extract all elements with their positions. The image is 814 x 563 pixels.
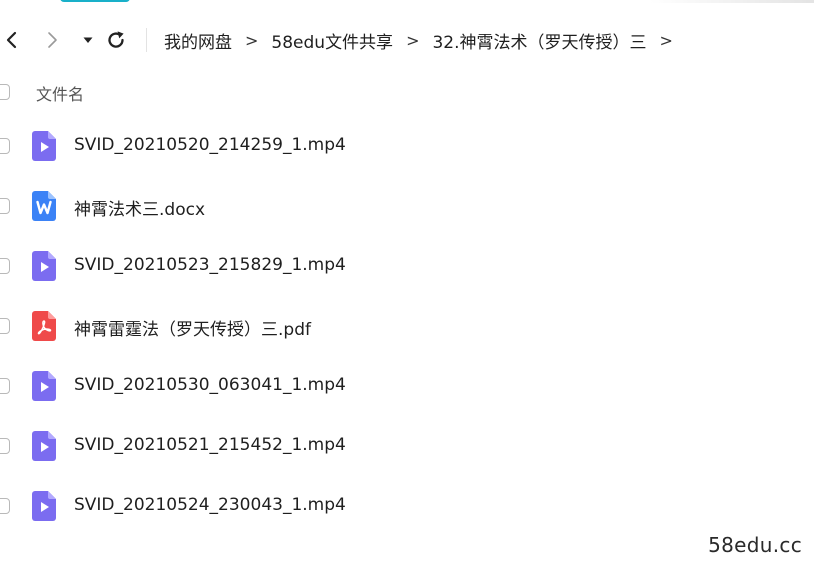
video-file-icon bbox=[32, 371, 56, 401]
forward-button[interactable] bbox=[40, 28, 64, 52]
word-file-icon bbox=[32, 191, 56, 221]
breadcrumb-separator: > bbox=[406, 30, 420, 50]
file-name[interactable]: SVID_20210530_063041_1.mp4 bbox=[74, 375, 346, 395]
file-checkbox[interactable] bbox=[0, 378, 10, 394]
file-row[interactable]: SVID_20210530_063041_1.mp4 bbox=[0, 358, 814, 418]
file-checkbox[interactable] bbox=[0, 258, 10, 274]
file-checkbox[interactable] bbox=[0, 438, 10, 454]
file-name[interactable]: SVID_20210523_215829_1.mp4 bbox=[74, 255, 346, 275]
file-name[interactable]: SVID_20210524_230043_1.mp4 bbox=[74, 495, 346, 515]
chevron-left-icon bbox=[6, 31, 17, 49]
file-name[interactable]: 神霄法术三.docx bbox=[74, 195, 205, 220]
watermark: 58edu.cc bbox=[708, 533, 802, 557]
refresh-button[interactable] bbox=[104, 28, 128, 52]
pdf-file-icon bbox=[32, 311, 56, 341]
nav-divider bbox=[146, 28, 147, 52]
refresh-icon bbox=[108, 31, 124, 48]
navigation-bar: 我的网盘 > 58edu文件共享 > 32.神霄法术（罗天传授）三 > bbox=[0, 22, 814, 58]
file-checkbox[interactable] bbox=[0, 318, 10, 334]
file-row[interactable]: SVID_20210520_214259_1.mp4 bbox=[0, 118, 814, 178]
breadcrumb-item-shared-folder[interactable]: 58edu文件共享 bbox=[271, 28, 393, 53]
video-file-icon bbox=[32, 491, 56, 521]
breadcrumb-item-my-drive[interactable]: 我的网盘 bbox=[164, 28, 232, 53]
file-row[interactable]: 神霄雷霆法（罗天传授）三.pdf bbox=[0, 298, 814, 358]
active-tab-indicator bbox=[60, 0, 130, 2]
file-list-header: 文件名 bbox=[0, 78, 814, 106]
video-file-icon bbox=[32, 431, 56, 461]
history-dropdown-button[interactable] bbox=[76, 28, 100, 52]
file-browser-window: 我的网盘 > 58edu文件共享 > 32.神霄法术（罗天传授）三 > 文件名 … bbox=[0, 0, 814, 563]
file-row[interactable]: SVID_20210523_215829_1.mp4 bbox=[0, 238, 814, 298]
file-row[interactable]: 神霄法术三.docx bbox=[0, 178, 814, 238]
video-file-icon bbox=[32, 251, 56, 281]
caret-down-icon bbox=[83, 37, 93, 43]
file-name[interactable]: SVID_20210521_215452_1.mp4 bbox=[74, 435, 346, 455]
file-checkbox[interactable] bbox=[0, 138, 10, 154]
breadcrumb: 我的网盘 > 58edu文件共享 > 32.神霄法术（罗天传授）三 > bbox=[164, 28, 686, 53]
breadcrumb-item-current-folder[interactable]: 32.神霄法术（罗天传授）三 bbox=[432, 28, 646, 53]
breadcrumb-separator: > bbox=[245, 30, 259, 50]
file-row[interactable]: SVID_20210524_230043_1.mp4 bbox=[0, 478, 814, 538]
back-button[interactable] bbox=[0, 28, 24, 52]
breadcrumb-expand-arrow[interactable]: > bbox=[660, 31, 673, 50]
top-divider bbox=[650, 0, 814, 3]
column-header-name[interactable]: 文件名 bbox=[36, 81, 84, 105]
select-all-checkbox[interactable] bbox=[0, 84, 10, 100]
file-list: SVID_20210520_214259_1.mp4 神霄法术三.docx SV… bbox=[0, 118, 814, 538]
file-row[interactable]: SVID_20210521_215452_1.mp4 bbox=[0, 418, 814, 478]
chevron-right-icon bbox=[48, 32, 57, 48]
file-name[interactable]: 神霄雷霆法（罗天传授）三.pdf bbox=[74, 315, 311, 340]
video-file-icon bbox=[32, 131, 56, 161]
file-checkbox[interactable] bbox=[0, 198, 10, 214]
file-checkbox[interactable] bbox=[0, 498, 10, 514]
file-name[interactable]: SVID_20210520_214259_1.mp4 bbox=[74, 135, 346, 155]
